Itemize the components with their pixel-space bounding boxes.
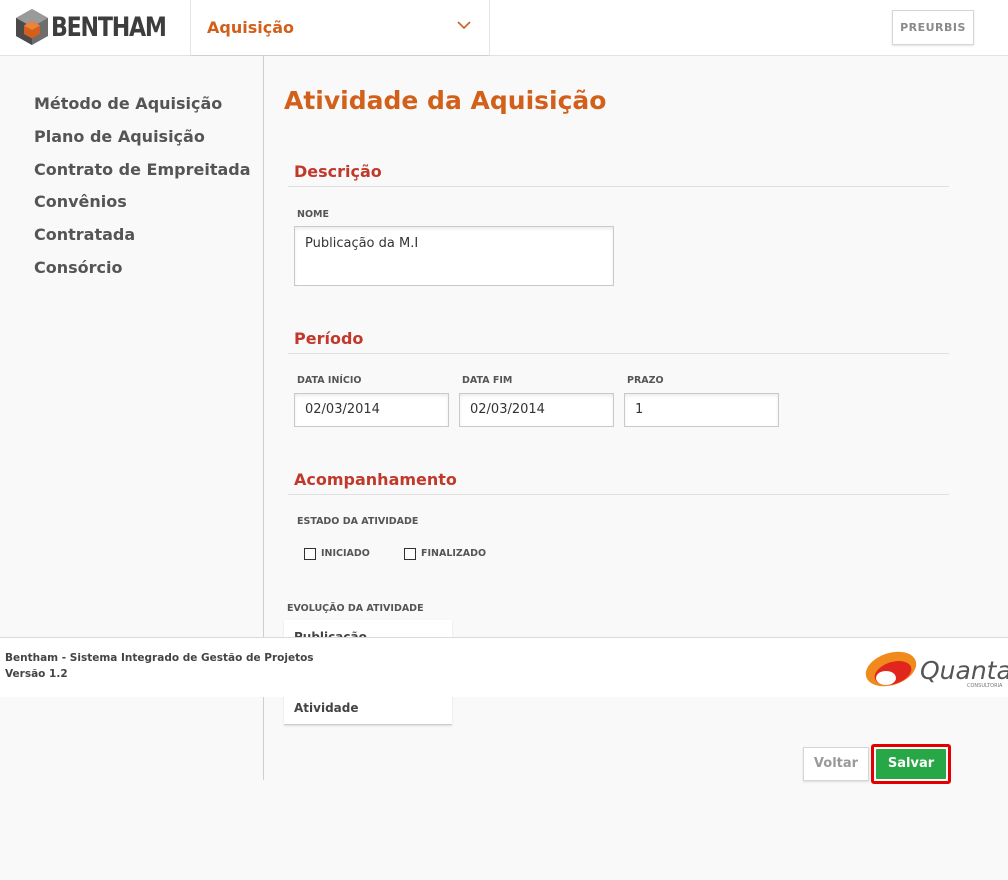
- nome-label: NOME: [297, 209, 329, 220]
- section-title-acompanhamento: Acompanhamento: [294, 470, 457, 489]
- quanta-logo: Quanta CONSULTORIA: [865, 651, 1008, 689]
- top-header: BENTHAM Aquisição PREURBIS: [0, 0, 1008, 56]
- quanta-brand-subtext: CONSULTORIA: [967, 683, 1003, 689]
- section-title-descricao: Descrição: [294, 162, 382, 181]
- footer-system-name: Bentham - Sistema Integrado de Gestão de…: [5, 652, 314, 664]
- bentham-logo[interactable]: BENTHAM: [14, 8, 191, 46]
- salvar-highlight: Salvar: [871, 744, 951, 784]
- iniciado-label: INICIADO: [321, 548, 370, 559]
- section-title-periodo: Período: [294, 329, 364, 348]
- bentham-cube-icon: [16, 9, 48, 45]
- chevron-down-icon: [457, 21, 471, 30]
- finalizado-label: FINALIZADO: [421, 548, 487, 559]
- prazo-input[interactable]: 1: [624, 393, 779, 427]
- evolucao-option-atividade[interactable]: Atividade: [294, 701, 359, 715]
- data-inicio-label: DATA INÍCIO: [297, 375, 362, 386]
- finalizado-checkbox[interactable]: [404, 548, 416, 560]
- footer-version: Versão 1.2: [5, 668, 68, 680]
- page-title: Atividade da Aquisição: [284, 86, 607, 115]
- sidebar-item-contratada[interactable]: Contratada: [34, 225, 135, 244]
- salvar-button[interactable]: Salvar: [876, 749, 946, 779]
- module-select-label: Aquisição: [207, 18, 294, 37]
- nome-textarea[interactable]: Publicação da M.I: [294, 226, 614, 286]
- footer: Bentham - Sistema Integrado de Gestão de…: [0, 637, 1008, 697]
- data-fim-label: DATA FIM: [462, 375, 513, 386]
- sidebar-item-consorcio[interactable]: Consórcio: [34, 258, 123, 277]
- evolucao-atividade-label: EVOLUÇÃO DA ATIVIDADE: [287, 603, 424, 614]
- quanta-brand-text: Quanta: [920, 656, 1008, 685]
- iniciado-checkbox[interactable]: [304, 548, 316, 560]
- logo-text: BENTHAM: [51, 11, 167, 43]
- prazo-label: PRAZO: [627, 375, 664, 386]
- data-inicio-input[interactable]: 02/03/2014: [294, 393, 449, 427]
- data-fim-input[interactable]: 02/03/2014: [459, 393, 614, 427]
- sidebar-item-plano-aquisicao[interactable]: Plano de Aquisição: [34, 127, 205, 146]
- sidebar-item-metodo-aquisicao[interactable]: Método de Aquisição: [34, 94, 222, 113]
- sidebar-item-convenios[interactable]: Convênios: [34, 192, 127, 211]
- section-divider: [288, 353, 949, 354]
- section-divider: [288, 494, 949, 495]
- sidebar-item-contrato-empreitada[interactable]: Contrato de Empreitada: [34, 160, 251, 179]
- estado-atividade-label: ESTADO DA ATIVIDADE: [297, 516, 419, 527]
- preurbis-button[interactable]: PREURBIS: [892, 10, 974, 45]
- section-divider: [288, 186, 949, 187]
- voltar-button[interactable]: Voltar: [803, 747, 869, 781]
- module-select[interactable]: Aquisição: [190, 0, 490, 56]
